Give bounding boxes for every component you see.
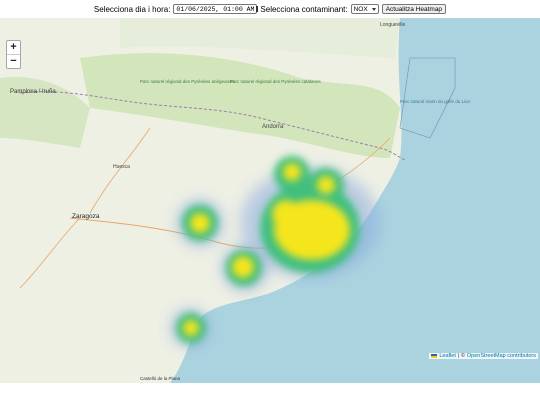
osm-link[interactable]: OpenStreetMap contributors bbox=[467, 353, 536, 359]
datetime-value: 01/06/2025, 01:00 AM bbox=[176, 5, 255, 13]
label-andorra: Andorra bbox=[262, 124, 284, 130]
pollutant-value: NOX bbox=[353, 5, 368, 13]
leaflet-link[interactable]: Leaflet bbox=[439, 353, 456, 359]
label-park-catalanes: Parc naturel régional des Pyrénées catal… bbox=[230, 79, 322, 84]
ukraine-flag-icon bbox=[431, 354, 438, 358]
zoom-out-button[interactable]: − bbox=[7, 54, 20, 68]
calendar-icon[interactable] bbox=[256, 6, 259, 12]
map-view[interactable]: Pamplona / Iruña Zaragoza Huesca Andorra… bbox=[0, 18, 540, 383]
heatmap-controls: Selecciona dia i hora: 01/06/2025, 01:00… bbox=[0, 0, 540, 18]
label-longueville: Longueville bbox=[380, 22, 406, 28]
label-pamplona: Pamplona / Iruña bbox=[10, 89, 56, 95]
update-heatmap-button[interactable]: Actualitza Heatmap bbox=[381, 4, 447, 14]
label-marine-park: Parc naturel marin du golfe du Lion bbox=[400, 99, 471, 104]
label-huesca: Huesca bbox=[113, 164, 130, 170]
map-canvas[interactable]: Pamplona / Iruña Zaragoza Huesca Andorra… bbox=[0, 18, 540, 383]
attribution-separator: | © bbox=[457, 353, 465, 359]
map-attribution: Leaflet | © OpenStreetMap contributors bbox=[429, 353, 538, 359]
date-label: Selecciona dia i hora: bbox=[93, 4, 171, 14]
pollutant-select[interactable]: NOX bbox=[350, 4, 379, 14]
chevron-down-icon bbox=[371, 7, 376, 11]
label-castello: Castelló de la Plana bbox=[140, 376, 181, 381]
pollutant-label: Selecciona contaminant: bbox=[260, 4, 348, 14]
zoom-in-button[interactable]: + bbox=[7, 41, 20, 54]
label-zaragoza: Zaragoza bbox=[72, 213, 100, 220]
datetime-input[interactable]: 01/06/2025, 01:00 AM bbox=[173, 4, 259, 14]
zoom-control: + − bbox=[6, 40, 21, 69]
label-park-ariegeoises: Parc naturel régional des Pyrénées ariég… bbox=[140, 79, 235, 84]
